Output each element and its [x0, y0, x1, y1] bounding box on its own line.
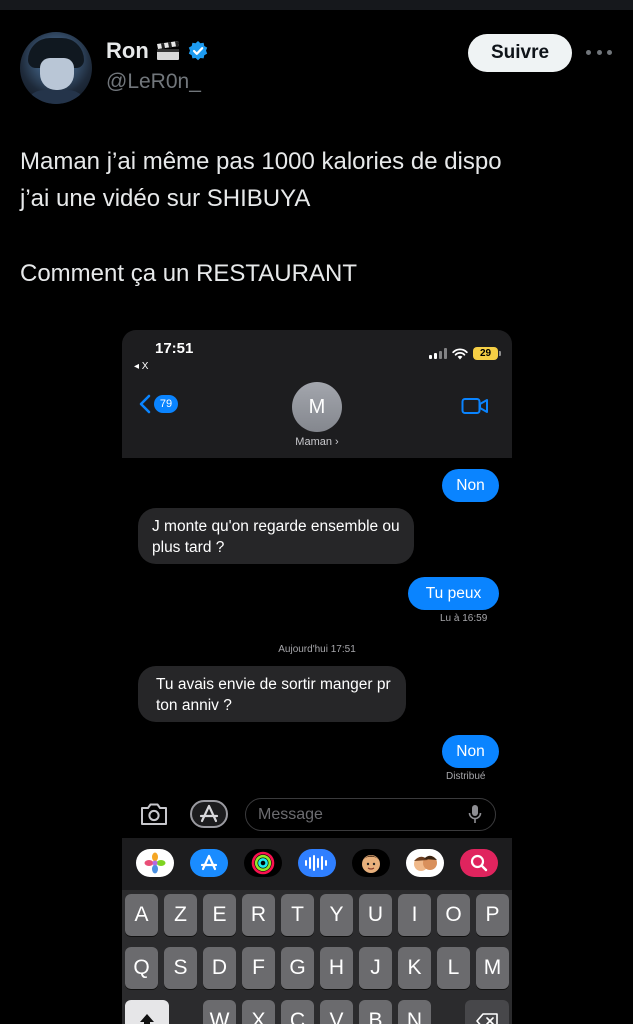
- composer-bar: [122, 792, 512, 838]
- key[interactable]: O: [437, 894, 470, 936]
- key[interactable]: L: [437, 947, 470, 989]
- key[interactable]: C: [281, 1000, 314, 1024]
- top-divider: [0, 0, 633, 10]
- message-bubble-received[interactable]: Tu avais envie de sortir manger pr ton a…: [138, 666, 406, 722]
- imessage-header: 17:51 ◂ X 29 79 M Maman ›: [122, 330, 512, 458]
- avatar-shoulder: [24, 90, 88, 104]
- video-call-icon[interactable]: [461, 397, 489, 415]
- key[interactable]: Z: [164, 894, 197, 936]
- read-receipt: Lu à 16:59: [440, 613, 488, 624]
- key[interactable]: R: [242, 894, 275, 936]
- key[interactable]: P: [476, 894, 509, 936]
- signal-icon: [429, 348, 447, 359]
- memoji-stickers-icon[interactable]: [406, 849, 444, 877]
- photos-icon[interactable]: [136, 849, 174, 877]
- message-bubble-sent[interactable]: Tu peux: [408, 577, 499, 610]
- attached-screenshot[interactable]: 17:51 ◂ X 29 79 M Maman › Non J monte qu…: [122, 330, 512, 1024]
- avatar-face: [40, 58, 74, 90]
- author-name-row[interactable]: Ron: [106, 38, 209, 64]
- key[interactable]: B: [359, 1000, 392, 1024]
- app-store-icon[interactable]: [190, 800, 228, 828]
- message-bubble-sent[interactable]: Non: [442, 469, 499, 502]
- image-search-icon[interactable]: [460, 849, 498, 877]
- author-handle[interactable]: @LeR0n_: [106, 70, 201, 94]
- back-button[interactable]: 79: [138, 394, 178, 414]
- key[interactable]: U: [359, 894, 392, 936]
- contact-name[interactable]: Maman ›: [122, 436, 512, 448]
- message-input[interactable]: [245, 798, 496, 831]
- key[interactable]: J: [359, 947, 392, 989]
- status-back-to-app: ◂ X: [134, 361, 149, 372]
- wifi-icon: [452, 347, 468, 359]
- contact-avatar[interactable]: M: [292, 382, 342, 432]
- battery-icon: 29: [473, 347, 501, 360]
- backspace-key[interactable]: [465, 1000, 509, 1024]
- key[interactable]: M: [476, 947, 509, 989]
- key[interactable]: Q: [125, 947, 158, 989]
- key[interactable]: N: [398, 1000, 431, 1024]
- key[interactable]: E: [203, 894, 236, 936]
- key[interactable]: X: [242, 1000, 275, 1024]
- microphone-icon[interactable]: [468, 804, 482, 824]
- shift-icon: [140, 1014, 154, 1024]
- shift-key[interactable]: [125, 1000, 169, 1024]
- key[interactable]: V: [320, 1000, 353, 1024]
- unread-count-badge: 79: [154, 395, 178, 413]
- follow-button[interactable]: Suivre: [468, 34, 572, 72]
- backspace-icon: [476, 1013, 498, 1024]
- key[interactable]: T: [281, 894, 314, 936]
- tweet-text-line: Comment ça un RESTAURANT: [20, 260, 357, 287]
- key[interactable]: S: [164, 947, 197, 989]
- app-store-strip-icon[interactable]: [190, 849, 228, 877]
- key[interactable]: W: [203, 1000, 236, 1024]
- chevron-left-icon: [139, 394, 151, 414]
- status-time: 17:51: [155, 340, 194, 357]
- message-bubble-sent[interactable]: Non: [442, 735, 499, 768]
- key[interactable]: G: [281, 947, 314, 989]
- key[interactable]: K: [398, 947, 431, 989]
- key[interactable]: F: [242, 947, 275, 989]
- audio-message-icon[interactable]: [298, 849, 336, 877]
- memoji-icon[interactable]: [352, 849, 390, 877]
- key[interactable]: A: [125, 894, 158, 936]
- more-options-icon[interactable]: [586, 40, 612, 64]
- camera-icon[interactable]: [138, 801, 170, 827]
- author-name[interactable]: Ron: [106, 38, 149, 64]
- key[interactable]: H: [320, 947, 353, 989]
- tweet-text-line: j’ai une vidéo sur SHIBUYA: [20, 185, 311, 212]
- date-separator: Aujourd'hui 17:51: [278, 644, 356, 655]
- key[interactable]: I: [398, 894, 431, 936]
- tweet-text-line: Maman j’ai même pas 1000 kalories de dis…: [20, 148, 502, 175]
- verified-badge-icon: [187, 40, 209, 62]
- message-bubble-received[interactable]: J monte qu'on regarde ensemble ou plus t…: [138, 508, 414, 564]
- key[interactable]: Y: [320, 894, 353, 936]
- keyboard: A Z E R T Y U I O P Q S D F G H J K L M …: [122, 890, 512, 1024]
- status-icons: 29: [429, 347, 501, 360]
- author-avatar[interactable]: [20, 32, 92, 104]
- key[interactable]: D: [203, 947, 236, 989]
- delivered-status: Distribué: [446, 771, 486, 782]
- activity-rings-icon[interactable]: [244, 849, 282, 877]
- imessage-apps-strip: [122, 838, 512, 890]
- clapperboard-icon: [155, 41, 181, 61]
